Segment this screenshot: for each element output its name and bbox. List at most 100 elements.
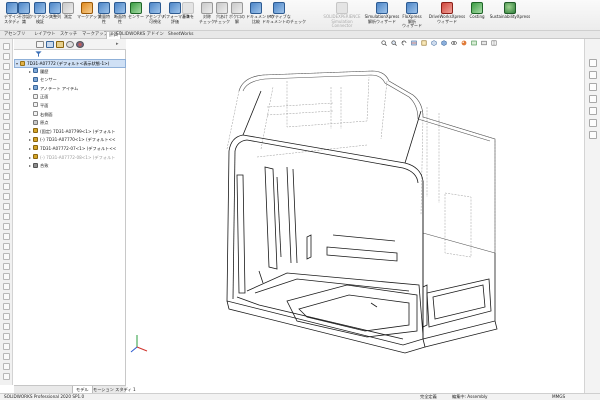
rail-move-icon[interactable] [3,243,10,250]
rail-rotate-icon[interactable] [3,253,10,260]
tree-item[interactable]: ▸ (-) 7D31-A07772-08<1> (デフォルト [14,154,126,163]
tree-item[interactable]: ▸ (-) 7D31-A07770<1> (デフォルト<< [14,136,126,145]
view-settings-icon[interactable] [481,40,487,46]
rail-repair-icon[interactable] [3,313,10,320]
rail-axis-icon[interactable] [3,353,10,360]
view-palette-icon[interactable] [589,95,597,103]
command-tab-2[interactable]: スケッチ [58,31,79,39]
rail-arc-icon[interactable] [3,103,10,110]
feature-tree-tab-icon[interactable] [36,41,44,48]
rail-mirror-icon[interactable] [3,193,10,200]
display-style-icon[interactable] [441,40,447,46]
ribbon-button-sensor[interactable]: センサー [126,1,146,30]
expand-arrow-icon[interactable]: ▸ [28,154,32,163]
rail-copy-icon[interactable] [3,273,10,280]
rail-scale-icon[interactable] [3,263,10,270]
expand-arrow-icon[interactable]: ▸ [28,145,32,154]
rail-line-icon[interactable] [3,73,10,80]
display-pane-icon[interactable] [491,40,497,46]
ribbon-button-driveworksxpress[interactable]: DriveWorksXpress ウィザード [423,1,471,30]
rail-offset-icon[interactable] [3,203,10,210]
rail-display-icon[interactable] [3,303,10,310]
ribbon-button-check-active-document[interactable]: アクティブな ドキュメントのチェック [262,1,306,30]
display-manager-tab-icon[interactable] [76,41,84,48]
tree-item[interactable]: 正面 [14,93,126,102]
command-tab-0[interactable]: アセンブリ [2,31,27,39]
rail-plane-icon[interactable] [3,363,10,370]
back-panel-lines [238,70,496,254]
rail-sketch-icon[interactable] [3,53,10,60]
custom-properties-icon[interactable] [589,119,597,127]
feature-tree: ▾ 7D31-A07772 (デフォルト<表示状態-1>) ▸ 履歴 センサー ▸ アノテー… [14,59,126,171]
file-explorer-icon[interactable] [589,83,597,91]
rail-smart-dimension-icon[interactable] [3,63,10,70]
rail-convert-icon[interactable] [3,233,10,240]
design-library-icon[interactable] [589,71,597,79]
dimxpert-manager-tab-icon[interactable] [66,41,74,48]
expand-arrow-icon[interactable]: ▸ [28,85,32,94]
ribbon-button-bolt-hole[interactable]: ボク口の 解 [228,1,246,30]
tree-item[interactable]: センサー [14,76,126,85]
tree-item[interactable]: 平面 [14,102,126,111]
status-units[interactable]: MMGS [552,394,565,400]
rail-rectangle-icon[interactable] [3,83,10,90]
rail-pattern-icon[interactable] [3,283,10,290]
rail-extend-icon[interactable] [3,223,10,230]
rail-text-icon[interactable] [3,163,10,170]
ribbon-button-sustainabilityxpress[interactable]: SustainabilityXpress [488,1,532,30]
graphics-area[interactable] [127,47,583,385]
zoom-to-area-icon[interactable] [391,40,397,46]
rail-insert-icon[interactable] [3,333,10,340]
rail-relation-icon[interactable] [3,293,10,300]
rail-centerline-icon[interactable] [3,183,10,190]
command-tab-5[interactable]: SOLIDWORKS アドイン [114,31,166,39]
rail-curve-icon[interactable] [3,373,10,380]
filter-icon[interactable] [35,51,42,57]
apply-scene-icon[interactable] [471,40,477,46]
bottom-tabs: モデル モーション スタディ 1 [14,385,136,394]
rail-reference-icon[interactable] [3,343,10,350]
tree-root-assembly[interactable]: ▾ 7D31-A07772 (デフォルト<表示状態-1>) [14,59,126,68]
command-tab-1[interactable]: レイアウト [32,31,57,39]
ribbon-button-reference[interactable]: 基準を [180,1,196,30]
tree-item[interactable]: ▸ (固定) 7D31-A07799<1> (デフォルト [14,128,126,137]
tree-item[interactable]: 右側面 [14,111,126,120]
rail-select-icon[interactable] [3,43,10,50]
expand-arrow-icon[interactable]: ▸ [28,136,32,145]
zoom-to-fit-icon[interactable] [381,40,387,46]
rail-polygon-icon[interactable] [3,123,10,130]
section-view-icon[interactable] [411,40,417,46]
edit-appearance-icon[interactable] [461,40,467,46]
rail-chamfer-icon[interactable] [3,153,10,160]
expand-arrow-icon[interactable]: ▸ [28,68,32,77]
hide-show-items-icon[interactable] [451,40,457,46]
view-orientation-icon[interactable] [431,40,437,46]
expand-arrow-icon[interactable]: ▸ [28,128,32,137]
command-tab-6[interactable]: SheetWorks [166,31,196,39]
ribbon-button-markup[interactable]: マークアップ [77,1,101,30]
tree-item[interactable]: ▸ 履歴 [14,68,126,77]
solidworks-resources-icon[interactable] [589,59,597,67]
appearances-icon[interactable] [589,107,597,115]
rail-spline-icon[interactable] [3,113,10,120]
ribbon-button-measure[interactable]: 測定 [60,1,76,30]
forum-icon[interactable] [589,131,597,139]
rail-slot-icon[interactable] [3,133,10,140]
dynamic-annotation-icon[interactable] [421,40,427,46]
tree-item[interactable]: ▸ アノテート アイテム [14,85,126,94]
configuration-manager-tab-icon[interactable] [56,41,64,48]
rail-point-icon[interactable] [3,173,10,180]
previous-view-icon[interactable] [401,40,407,46]
tree-item[interactable]: ▸ 7D31-A07772-07<1> (デフォルト<< [14,145,126,154]
collapse-arrow-icon[interactable]: ▸ [116,41,119,47]
rail-circle-icon[interactable] [3,93,10,100]
rail-fillet-icon[interactable] [3,143,10,150]
expand-arrow-icon[interactable]: ▸ [28,162,32,171]
rail-trim-icon[interactable] [3,213,10,220]
tree-item[interactable]: ▸ 合致 [14,162,126,171]
ribbon-button-costing[interactable]: Costing [466,1,488,30]
rail-block-icon[interactable] [3,323,10,330]
tree-filter-bar[interactable] [14,50,126,58]
property-manager-tab-icon[interactable] [46,41,54,48]
tree-item[interactable]: 原点 [14,119,126,128]
